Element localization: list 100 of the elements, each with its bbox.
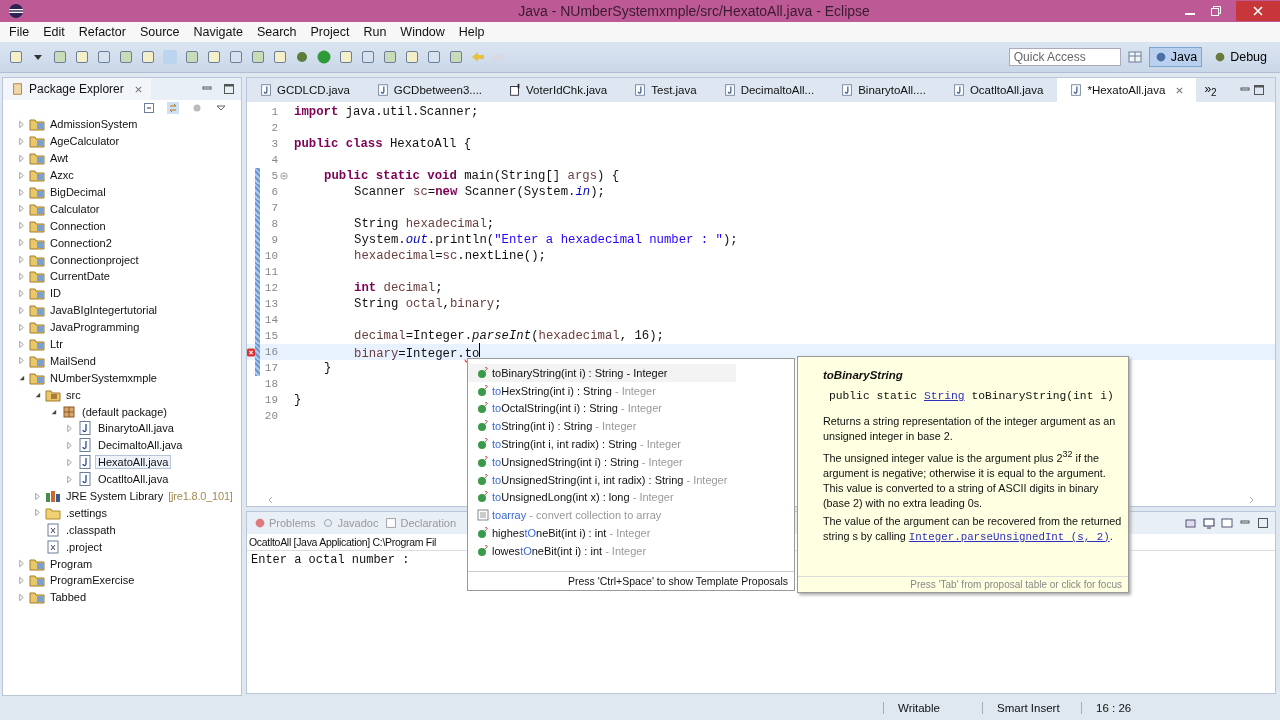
tree-item[interactable]: Ltr <box>47 337 66 351</box>
menu-item[interactable]: File <box>2 25 37 39</box>
expand-toggle-icon[interactable] <box>17 221 27 231</box>
fold-icon[interactable] <box>280 172 288 180</box>
collapse-all-icon[interactable] <box>143 102 155 114</box>
menu-item[interactable]: Run <box>356 25 394 39</box>
menu-item[interactable]: Window <box>393 25 452 39</box>
pin-console-icon[interactable] <box>1185 517 1197 529</box>
tree-item[interactable]: Connection2 <box>47 235 115 250</box>
tree-item[interactable]: .project <box>63 539 106 554</box>
expand-toggle-icon[interactable] <box>65 440 75 450</box>
completion-item[interactable]: toarray - convert collection to array <box>468 506 794 525</box>
menu-item[interactable]: Help <box>451 25 492 39</box>
completion-item[interactable]: toString(int i, int radix) : String - Integer <box>468 435 794 453</box>
tree-item[interactable]: Tabbed <box>47 590 90 605</box>
perspective-button[interactable]: Debug <box>1208 47 1272 67</box>
expand-toggle-icon[interactable] <box>17 576 27 585</box>
close-icon[interactable] <box>133 84 143 94</box>
tree-item[interactable]: CurrentDate <box>47 269 113 284</box>
tree-item[interactable]: Connectionproject <box>47 252 142 267</box>
editor-tab[interactable]: *HexatoAll.java <box>1057 78 1197 102</box>
tree-item[interactable]: (default package) <box>79 404 170 419</box>
tree-item[interactable]: DecimaltoAll.java <box>95 438 186 453</box>
method-link[interactable]: Integer.parseUnsignedInt (s, 2) <box>908 530 1110 543</box>
tree-item[interactable]: src <box>63 387 84 402</box>
completion-item[interactable]: toUnsignedLong(int x) : long - Integer <box>468 488 794 507</box>
expand-toggle-icon[interactable] <box>17 592 27 602</box>
expand-toggle-icon[interactable] <box>17 170 27 180</box>
maximize-icon[interactable] <box>1253 84 1265 96</box>
menu-item[interactable]: Search <box>249 25 304 39</box>
display-console-icon[interactable] <box>1203 517 1215 529</box>
completion-item[interactable]: toOctalString(int i) : String - Integer <box>468 399 794 418</box>
tree-item[interactable]: ID <box>47 286 64 301</box>
scroll-left-icon[interactable] <box>267 496 275 504</box>
expand-toggle-icon[interactable] <box>17 204 27 214</box>
expand-toggle-icon[interactable] <box>17 238 27 248</box>
menu-item[interactable]: Edit <box>36 25 72 39</box>
close-icon[interactable] <box>1175 85 1185 95</box>
tree-item[interactable]: .classpath <box>63 522 119 537</box>
menu-item[interactable]: Navigate <box>186 25 250 39</box>
expand-toggle-icon[interactable] <box>17 136 27 146</box>
new-console-icon[interactable] <box>1221 517 1233 529</box>
expand-toggle-icon[interactable] <box>49 407 59 417</box>
editor-tab[interactable]: GCDLCD.java <box>247 78 362 102</box>
expand-toggle-icon[interactable] <box>17 339 27 349</box>
expand-toggle-icon[interactable] <box>17 559 27 569</box>
completion-item[interactable]: toBinaryString(int i) : String - Integer <box>468 364 736 382</box>
expand-toggle-icon[interactable] <box>33 390 43 400</box>
close-button[interactable] <box>1236 1 1280 21</box>
tree-item[interactable]: HexatoAll.java <box>95 455 172 470</box>
expand-toggle-icon[interactable] <box>17 187 27 197</box>
tree-item[interactable]: MailSend <box>47 353 99 368</box>
tree-item[interactable]: NUmberSystemxmple <box>47 370 160 385</box>
expand-toggle-icon[interactable] <box>65 423 75 433</box>
editor-tab[interactable]: OcatltoAll.java <box>939 78 1056 102</box>
tree-item[interactable]: Awt <box>47 151 72 166</box>
quick-access-field[interactable]: Quick Access <box>1008 48 1121 66</box>
tree-item[interactable]: AgeCalculator <box>47 134 123 149</box>
tree-item[interactable]: BigDecimal <box>47 185 109 199</box>
menu-item[interactable]: Source <box>132 25 187 39</box>
expand-toggle-icon[interactable] <box>17 288 27 298</box>
menu-item[interactable]: Refactor <box>71 25 133 39</box>
editor-tab[interactable]: DecimaltoAll... <box>710 78 827 102</box>
tree-item[interactable]: BinarytoAll.java <box>95 421 177 436</box>
tree-item[interactable]: .settings <box>63 505 110 520</box>
editor-tab[interactable]: VoterIdChk.java <box>496 78 620 102</box>
editor-tab[interactable]: GCDbetween3.... <box>363 78 495 102</box>
expand-toggle-icon[interactable] <box>17 373 27 383</box>
expand-toggle-icon[interactable] <box>17 305 27 315</box>
expand-toggle-icon[interactable] <box>17 153 27 163</box>
tree-item[interactable]: ProgramExercise <box>47 573 138 588</box>
expand-toggle-icon[interactable] <box>65 457 75 467</box>
type-link[interactable]: String <box>923 390 965 402</box>
link-editor-icon[interactable] <box>167 102 179 114</box>
menu-item[interactable]: Project <box>303 25 357 39</box>
tree-item[interactable]: OcatltoAll.java <box>95 472 172 487</box>
tree-item[interactable]: Connection <box>47 218 109 233</box>
play-icon[interactable] <box>316 49 332 65</box>
completion-item[interactable]: toHexString(int i) : String - Integer <box>468 381 794 400</box>
expand-toggle-icon[interactable] <box>65 474 75 484</box>
completion-item[interactable]: toUnsignedString(int i) : String - Integer <box>468 453 794 471</box>
more-tabs-indicator[interactable]: »$_{2}$ <box>1198 81 1223 99</box>
tree-item[interactable]: JavaBIgIntegertutorial <box>47 303 160 318</box>
perspective-button[interactable]: Java <box>1148 47 1203 67</box>
tree-item[interactable]: Program <box>47 556 96 571</box>
restore-icon[interactable] <box>1210 5 1222 17</box>
editor-tab[interactable]: BinarytoAll.... <box>828 78 938 102</box>
open-perspective-icon[interactable] <box>1126 49 1143 65</box>
expand-toggle-icon[interactable] <box>33 491 43 501</box>
expand-toggle-icon[interactable] <box>33 508 43 518</box>
tree-item[interactable]: AdmissionSystem <box>47 117 141 132</box>
scroll-right-icon[interactable] <box>1247 496 1255 504</box>
maximize-icon[interactable] <box>223 83 235 95</box>
expand-toggle-icon[interactable] <box>17 271 27 281</box>
view-tab[interactable]: Package Explorer <box>3 78 151 100</box>
editor-tab[interactable]: Test.java <box>621 78 709 102</box>
completion-item[interactable]: toUnsignedString(int i, int radix) : String - Integer <box>468 470 794 489</box>
tree-item[interactable]: Azxc <box>47 168 77 183</box>
expand-toggle-icon[interactable] <box>17 255 27 265</box>
tree-item[interactable]: JavaProgramming <box>47 320 143 335</box>
